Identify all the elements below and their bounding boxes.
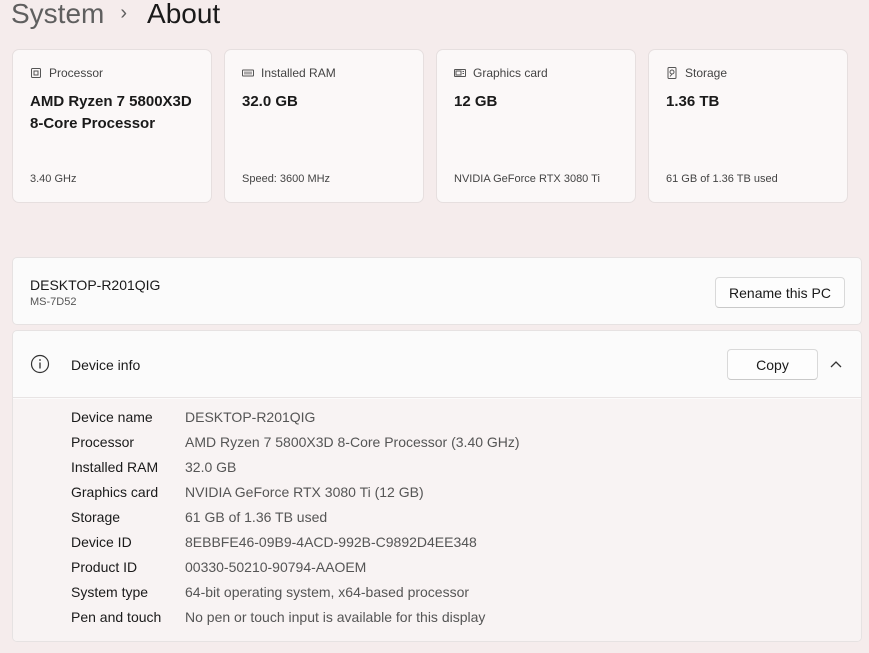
- spec-label: Installed RAM: [71, 459, 159, 475]
- storage-card: Storage 1.36 TB 61 GB of 1.36 TB used: [648, 49, 848, 203]
- ram-icon: [242, 67, 254, 79]
- graphics-card-value: 12 GB: [454, 93, 498, 110]
- ram-card: Installed RAM 32.0 GB Speed: 3600 MHz: [224, 49, 424, 203]
- processor-card-label: Processor: [49, 66, 104, 80]
- rename-pc-button[interactable]: Rename this PC: [715, 277, 845, 308]
- ram-card-label: Installed RAM: [261, 66, 336, 80]
- copy-button[interactable]: Copy: [727, 349, 818, 380]
- spec-value: AMD Ryzen 7 5800X3D 8-Core Processor (3.…: [185, 434, 520, 450]
- spec-row-device-name: Device name DESKTOP-R201QIG: [71, 409, 315, 429]
- spec-label: Device name: [71, 409, 153, 425]
- device-info-title: Device info: [71, 357, 141, 373]
- processor-card-sub: 3.40 GHz: [30, 173, 77, 185]
- spec-label: Processor: [71, 434, 135, 450]
- page-title: About: [147, 0, 221, 29]
- breadcrumb-chevron-icon: ›: [120, 2, 128, 24]
- spec-label: Device ID: [71, 534, 132, 550]
- spec-value: NVIDIA GeForce RTX 3080 Ti (12 GB): [185, 484, 424, 500]
- pc-name-panel: DESKTOP-R201QIG MS-7D52 Rename this PC: [12, 257, 862, 325]
- spec-row-pen-and-touch: Pen and touch No pen or touch input is a…: [71, 609, 485, 629]
- processor-card-value: AMD Ryzen 7 5800X3D 8-Core Processor: [30, 93, 192, 132]
- spec-value: 00330-50210-90794-AAOEM: [185, 559, 367, 575]
- spec-label: Product ID: [71, 559, 138, 575]
- graphics-card-sub: NVIDIA GeForce RTX 3080 Ti: [454, 173, 600, 185]
- about-page: System › About Processor AMD Ryzen 7 580…: [0, 0, 869, 653]
- ram-card-value: 32.0 GB: [242, 93, 298, 110]
- spec-row-storage: Storage 61 GB of 1.36 TB used: [71, 509, 327, 529]
- spec-row-device-id: Device ID 8EBBFE46-09B9-4ACD-992B-C9892D…: [71, 534, 477, 554]
- chevron-up-icon[interactable]: [828, 357, 844, 371]
- storage-card-label: Storage: [685, 66, 728, 80]
- storage-card-sub: 61 GB of 1.36 TB used: [666, 173, 778, 185]
- spec-value: DESKTOP-R201QIG: [185, 409, 316, 425]
- spec-label: System type: [71, 584, 149, 600]
- ram-card-sub: Speed: 3600 MHz: [242, 173, 331, 185]
- spec-value: No pen or touch input is available for t…: [185, 609, 486, 625]
- pc-name: DESKTOP-R201QIG: [30, 277, 161, 293]
- graphics-card-icon: [454, 67, 466, 79]
- spec-value: 8EBBFE46-09B9-4ACD-992B-C9892D4EE348: [185, 534, 477, 550]
- spec-row-installed-ram: Installed RAM 32.0 GB: [71, 459, 236, 479]
- spec-label: Storage: [71, 509, 121, 525]
- spec-row-processor: Processor AMD Ryzen 7 5800X3D 8-Core Pro…: [71, 434, 520, 454]
- graphics-card-label: Graphics card: [473, 66, 548, 80]
- graphics-card-card: Graphics card 12 GB NVIDIA GeForce RTX 3…: [436, 49, 636, 203]
- storage-card-value: 1.36 TB: [666, 93, 720, 110]
- device-info-header[interactable]: Device info Copy: [13, 331, 861, 398]
- device-info-body: Device name DESKTOP-R201QIG Processor AM…: [13, 399, 861, 641]
- info-icon: [30, 354, 50, 374]
- spec-row-product-id: Product ID 00330-50210-90794-AAOEM: [71, 559, 366, 579]
- spec-value: 32.0 GB: [185, 459, 237, 475]
- storage-icon: [666, 67, 678, 79]
- breadcrumb-system[interactable]: System: [11, 0, 104, 36]
- spec-label: Pen and touch: [71, 609, 162, 625]
- processor-icon: [30, 67, 42, 79]
- processor-card: Processor AMD Ryzen 7 5800X3D 8-Core Pro…: [12, 49, 212, 203]
- spec-value: 61 GB of 1.36 TB used: [185, 509, 328, 525]
- spec-row-graphics-card: Graphics card NVIDIA GeForce RTX 3080 Ti…: [71, 484, 424, 504]
- spec-row-system-type: System type 64-bit operating system, x64…: [71, 584, 469, 604]
- device-info-panel: Device info Copy Device name DESKTOP-R20…: [12, 330, 862, 642]
- pc-model: MS-7D52: [30, 296, 77, 308]
- breadcrumb: System › About: [11, 0, 220, 36]
- spec-value: 64-bit operating system, x64-based proce…: [185, 584, 470, 600]
- spec-label: Graphics card: [71, 484, 159, 500]
